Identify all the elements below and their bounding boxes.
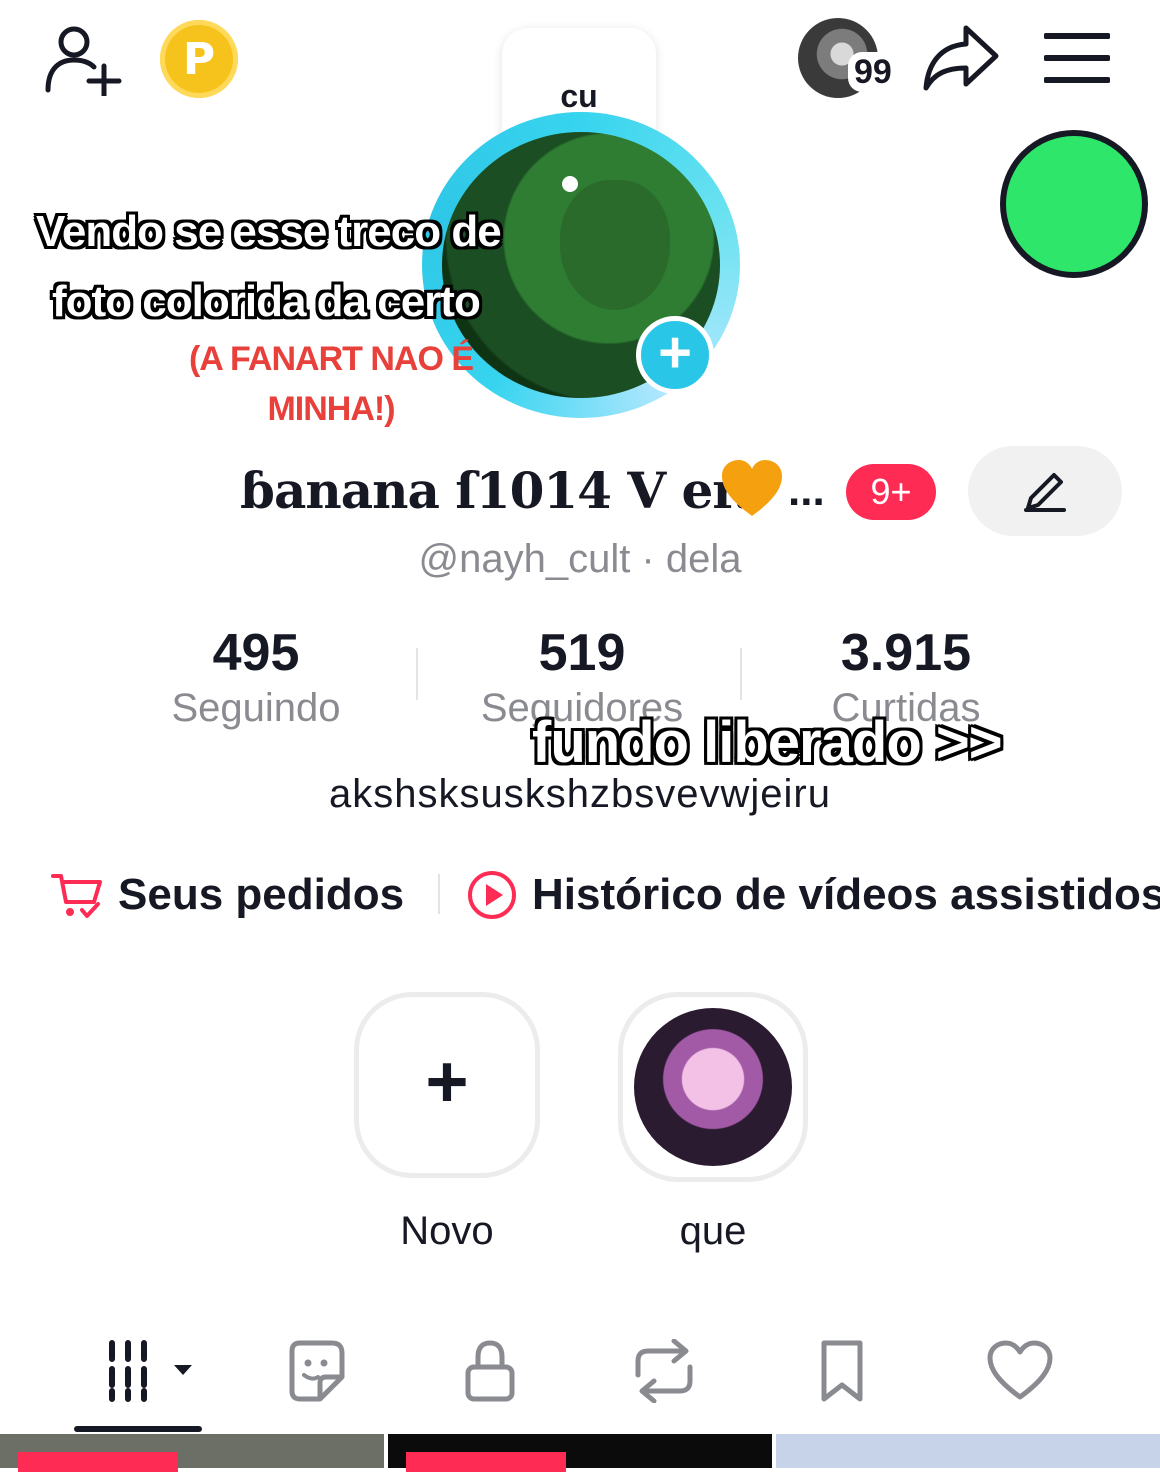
stat-divider bbox=[416, 648, 418, 700]
orders-label: Seus pedidos bbox=[118, 870, 405, 919]
note-text: cu bbox=[560, 77, 598, 114]
friends-count: 99 bbox=[848, 52, 898, 92]
watch-history-shortcut[interactable]: Histórico de vídeos assistidos bbox=[466, 866, 1160, 924]
stat-value: 519 bbox=[538, 624, 626, 682]
stat-label: Seguindo bbox=[171, 686, 341, 730]
tab-videos[interactable] bbox=[104, 1336, 200, 1406]
tab-private[interactable] bbox=[450, 1336, 530, 1406]
overlay-caption-disclaimer: (A FANART NAO É MINHA!) bbox=[188, 340, 474, 428]
orange-heart-icon bbox=[722, 460, 782, 516]
history-label: Histórico de vídeos assistidos bbox=[532, 870, 1160, 919]
stat-divider bbox=[740, 648, 742, 700]
repost-icon bbox=[635, 1339, 693, 1403]
display-name: ɓanana ſ1014 V er. bbox=[240, 461, 751, 520]
bookmark-icon bbox=[821, 1340, 863, 1402]
stat-following[interactable]: 495 Seguindo bbox=[106, 622, 406, 732]
grid-icon bbox=[109, 1340, 192, 1402]
pinned-tag bbox=[406, 1452, 566, 1472]
note-bubble-tail bbox=[562, 176, 578, 192]
stat-value: 495 bbox=[212, 624, 300, 682]
heart-icon bbox=[987, 1340, 1053, 1400]
new-highlight-button[interactable]: + bbox=[354, 992, 540, 1178]
tab-reposts[interactable] bbox=[624, 1336, 704, 1406]
video-thumbnail[interactable] bbox=[0, 1434, 384, 1472]
tab-saved[interactable] bbox=[802, 1336, 882, 1406]
name-ellipsis: ... bbox=[788, 466, 825, 515]
sticker-icon bbox=[289, 1340, 345, 1402]
new-highlight-label: Novo bbox=[400, 1209, 494, 1253]
profile-bio: akshsksuskshzbsvevwjeiru bbox=[329, 772, 831, 816]
pinned-tag bbox=[18, 1452, 178, 1472]
notification-badge[interactable]: 9+ bbox=[846, 464, 936, 520]
cart-icon bbox=[51, 874, 102, 918]
points-coin-icon[interactable]: P bbox=[160, 20, 238, 98]
edit-profile-button[interactable] bbox=[968, 446, 1122, 536]
play-circle-icon bbox=[468, 871, 516, 919]
pencil-icon bbox=[1024, 473, 1066, 512]
lock-icon bbox=[465, 1340, 515, 1402]
hamburger-menu-icon[interactable] bbox=[1044, 30, 1110, 86]
status-dot bbox=[1000, 130, 1148, 278]
stat-value: 3.915 bbox=[840, 624, 972, 682]
username-handle: @nayh_cult · dela bbox=[418, 537, 742, 581]
overlay-caption-line1: Vendo se esse treco de bbox=[36, 207, 502, 256]
plus-icon: + bbox=[425, 1040, 469, 1123]
orders-shortcut[interactable]: Seus pedidos bbox=[50, 866, 404, 924]
add-story-button[interactable]: + bbox=[636, 316, 714, 394]
plus-icon: + bbox=[658, 320, 692, 385]
highlight-que-label: que bbox=[679, 1209, 747, 1253]
highlight-que-cover bbox=[634, 1008, 792, 1166]
shortcut-divider bbox=[438, 874, 440, 914]
video-thumbnail[interactable] bbox=[388, 1434, 772, 1472]
tab-liked[interactable] bbox=[980, 1336, 1060, 1406]
video-thumbnail[interactable] bbox=[776, 1434, 1160, 1468]
points-letter: P bbox=[182, 33, 216, 85]
tab-stickers[interactable] bbox=[276, 1336, 356, 1406]
share-icon[interactable] bbox=[922, 22, 1000, 94]
avatar-character bbox=[560, 180, 670, 310]
add-friend-icon[interactable] bbox=[40, 22, 124, 96]
overlay-caption-fundo: fundo liberado >> bbox=[532, 710, 1003, 775]
active-tab-indicator bbox=[74, 1426, 202, 1432]
overlay-caption-line2: foto colorida da certo bbox=[52, 277, 481, 326]
